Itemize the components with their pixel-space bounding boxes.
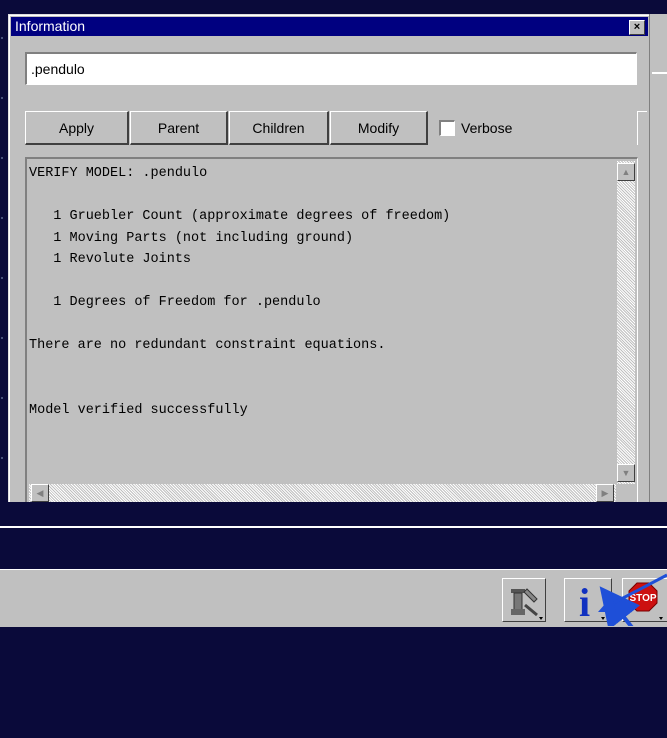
arrow-line [599, 586, 641, 626]
arrow-head-icon [598, 596, 616, 612]
pointer-arrow [598, 573, 667, 626]
